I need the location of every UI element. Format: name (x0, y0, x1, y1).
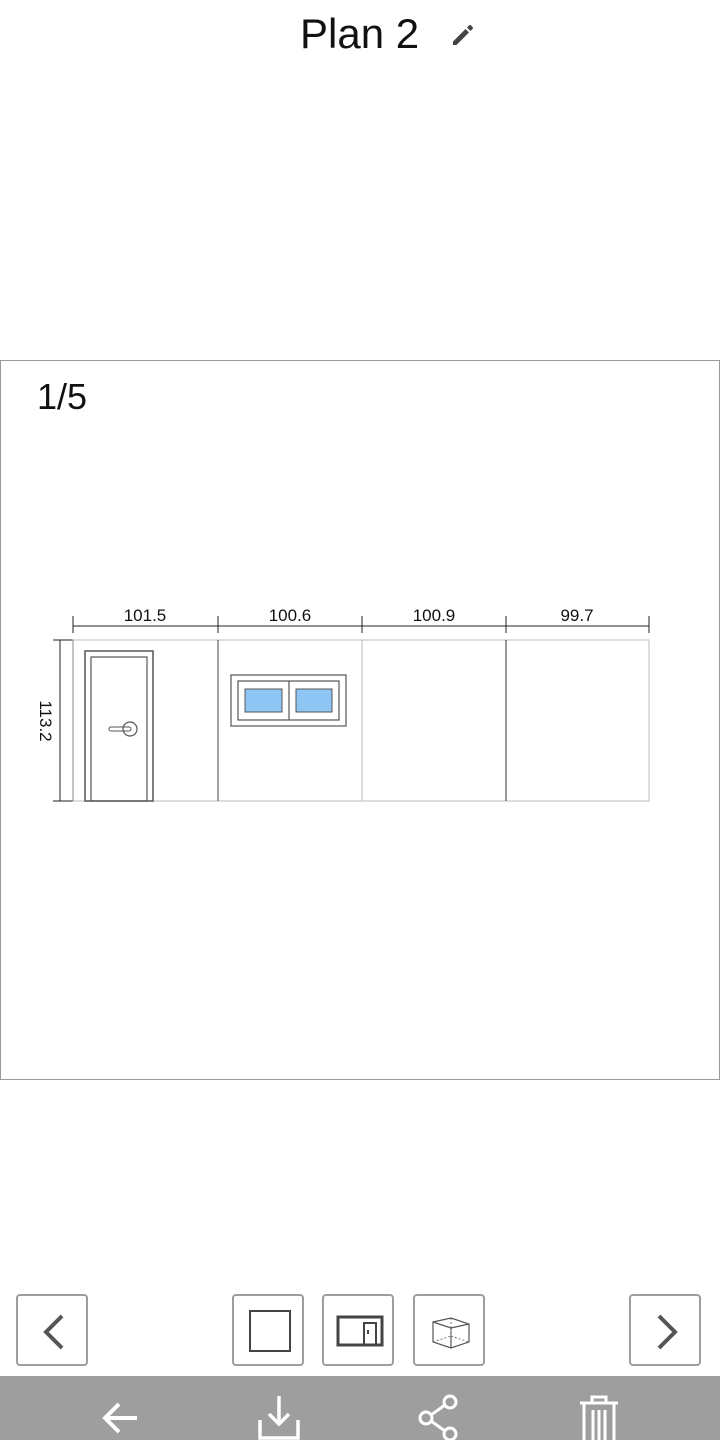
door-element[interactable] (84, 650, 154, 802)
segment-width-label: 99.7 (560, 606, 593, 625)
wall-height-label: 113.2 (36, 700, 55, 741)
chevron-right-icon (657, 1314, 678, 1350)
pencil-icon[interactable] (448, 20, 478, 50)
bottom-action-bar (0, 1376, 720, 1440)
wall-view-button[interactable] (232, 1294, 304, 1366)
previous-button[interactable] (16, 1294, 88, 1366)
3d-cube-icon (432, 1317, 470, 1349)
door-window-button[interactable] (322, 1294, 394, 1366)
next-button[interactable] (629, 1294, 701, 1366)
segment-width-label: 100.6 (269, 606, 312, 625)
share-icon[interactable] (416, 1394, 462, 1440)
elevation-viewer[interactable]: 1/5 101.5 100.6 100.9 99.7 113.2 (0, 360, 720, 1080)
app-screen: Plan 2 1/5 101.5 100.6 100.9 99.7 113.2 (0, 0, 720, 1440)
back-arrow-icon[interactable] (97, 1394, 143, 1440)
header: Plan 2 (0, 8, 720, 60)
square-wall-icon (249, 1310, 291, 1352)
download-icon[interactable] (256, 1394, 302, 1440)
plan-title: Plan 2 (300, 10, 420, 57)
wall-outline (72, 639, 650, 802)
wall-elevation-drawing: 101.5 100.6 100.9 99.7 113.2 (36, 606, 650, 802)
3d-view-button[interactable] (413, 1294, 485, 1366)
segment-width-label: 100.9 (413, 606, 456, 625)
chevron-left-icon (43, 1314, 64, 1350)
trash-icon[interactable] (576, 1394, 622, 1440)
segment-width-label: 101.5 (124, 606, 167, 625)
door-window-icon (336, 1315, 384, 1347)
window-element[interactable] (230, 674, 347, 727)
